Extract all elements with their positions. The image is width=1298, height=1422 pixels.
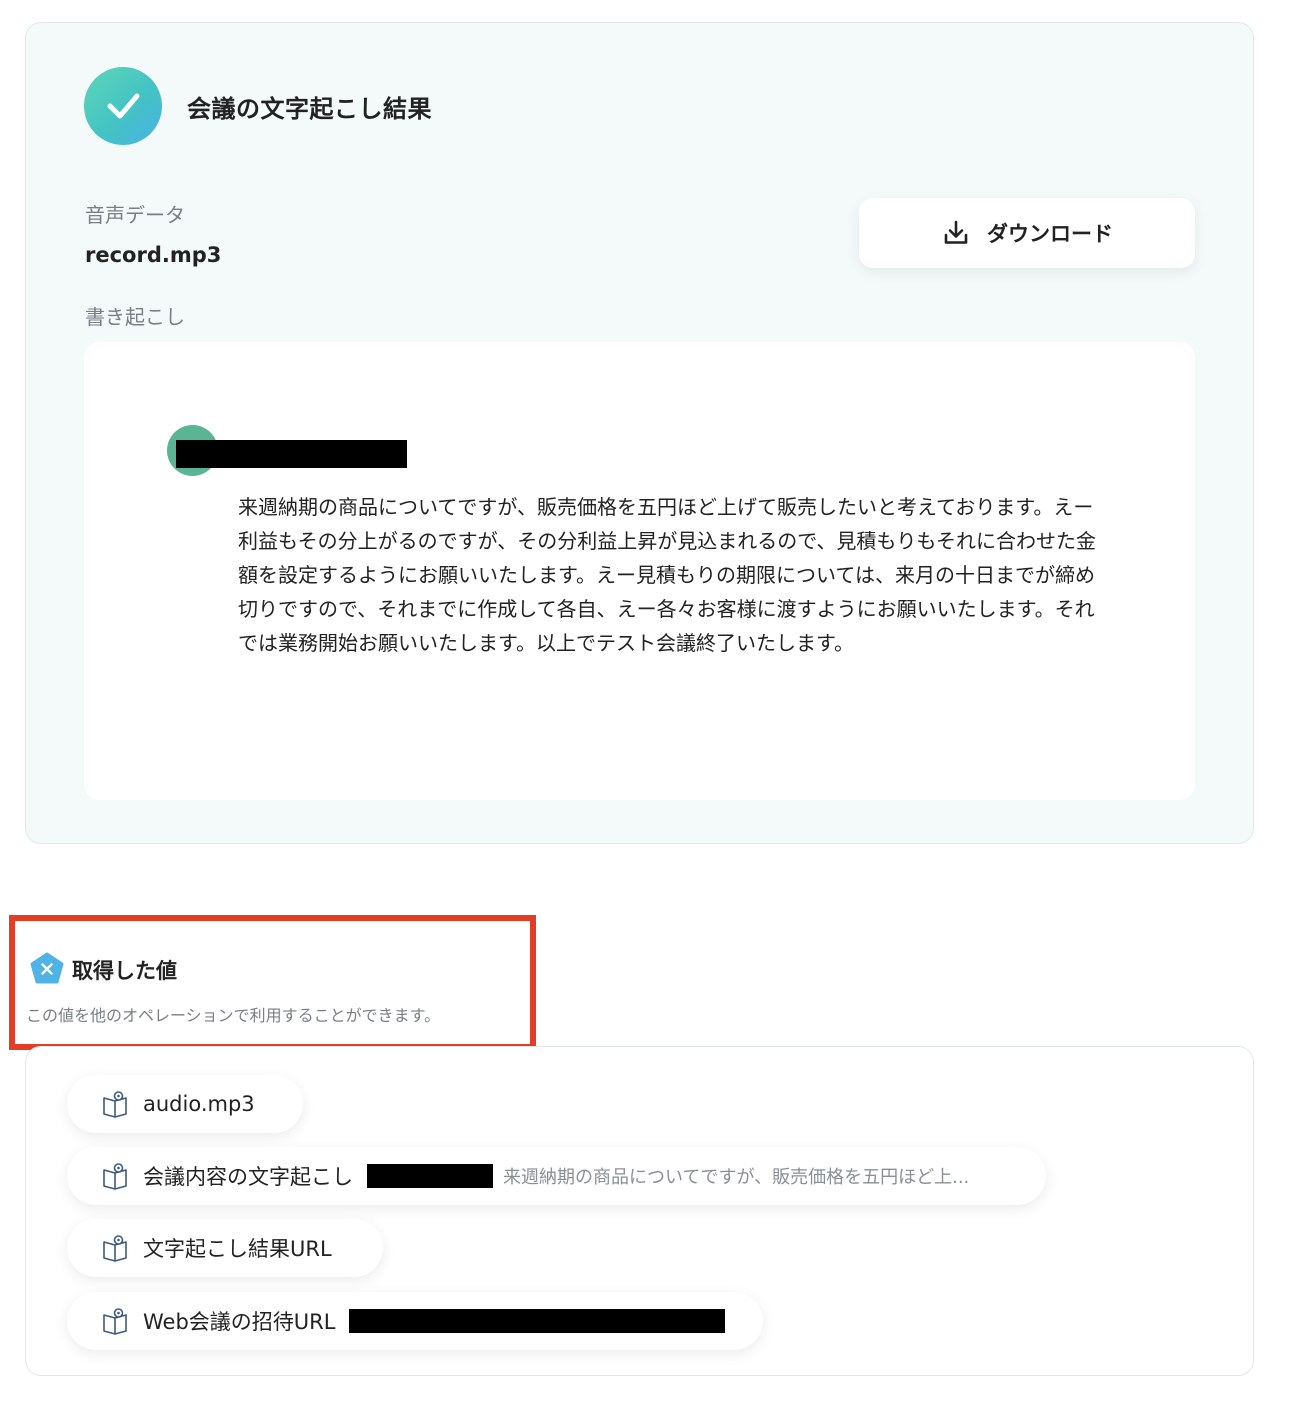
retrieved-values-card: audio.mp3 会議内容の文字起こし 来週納期の商品についてですが、販売価格…	[25, 1046, 1254, 1376]
redacted-value	[367, 1164, 493, 1188]
check-icon	[84, 67, 162, 145]
speaker-name-redacted	[176, 440, 407, 468]
audio-data-label: 音声データ	[85, 203, 185, 227]
book-variable-icon	[103, 1163, 127, 1190]
transcription-result-card: 会議の文字起こし結果 音声データ record.mp3 ダウンロード 書き起こし…	[25, 22, 1254, 844]
transcript-text: 来週納期の商品についてですが、販売価格を五円ほど上げて販売したいと考えております…	[238, 495, 1096, 655]
result-title: 会議の文字起こし結果	[187, 95, 432, 123]
download-icon	[944, 220, 968, 244]
section-title: 取得した値	[72, 959, 177, 983]
transcript-label: 書き起こし	[85, 305, 185, 329]
redacted-value	[349, 1309, 726, 1333]
value-chip-invite-url[interactable]: Web会議の招待URL	[67, 1292, 763, 1350]
chip-label: 会議内容の文字起こし	[143, 1165, 353, 1189]
book-variable-icon	[103, 1091, 127, 1118]
download-label: ダウンロード	[987, 222, 1113, 246]
retrieved-values-header: 取得した値 この値を他のオペレーションで利用することができます。	[9, 915, 536, 1050]
book-variable-icon	[103, 1235, 127, 1262]
chip-label: audio.mp3	[143, 1092, 255, 1116]
value-chip-result-url[interactable]: 文字起こし結果URL	[67, 1219, 383, 1277]
chip-preview: 来週納期の商品についてですが、販売価格を五円ほど上...	[503, 1167, 970, 1188]
x-variable-icon	[30, 952, 64, 984]
chip-label: Web会議の招待URL	[143, 1310, 336, 1334]
audio-filename: record.mp3	[85, 243, 222, 267]
download-button[interactable]: ダウンロード	[859, 198, 1195, 268]
section-description: この値を他のオペレーションで利用することができます。	[26, 1006, 441, 1025]
book-variable-icon	[103, 1308, 127, 1335]
value-chip-transcript[interactable]: 会議内容の文字起こし 来週納期の商品についてですが、販売価格を五円ほど上...	[67, 1147, 1046, 1205]
value-chip-audio[interactable]: audio.mp3	[67, 1075, 303, 1133]
transcript-box: 来週納期の商品についてですが、販売価格を五円ほど上げて販売したいと考えております…	[84, 342, 1195, 800]
chip-label: 文字起こし結果URL	[143, 1237, 332, 1261]
